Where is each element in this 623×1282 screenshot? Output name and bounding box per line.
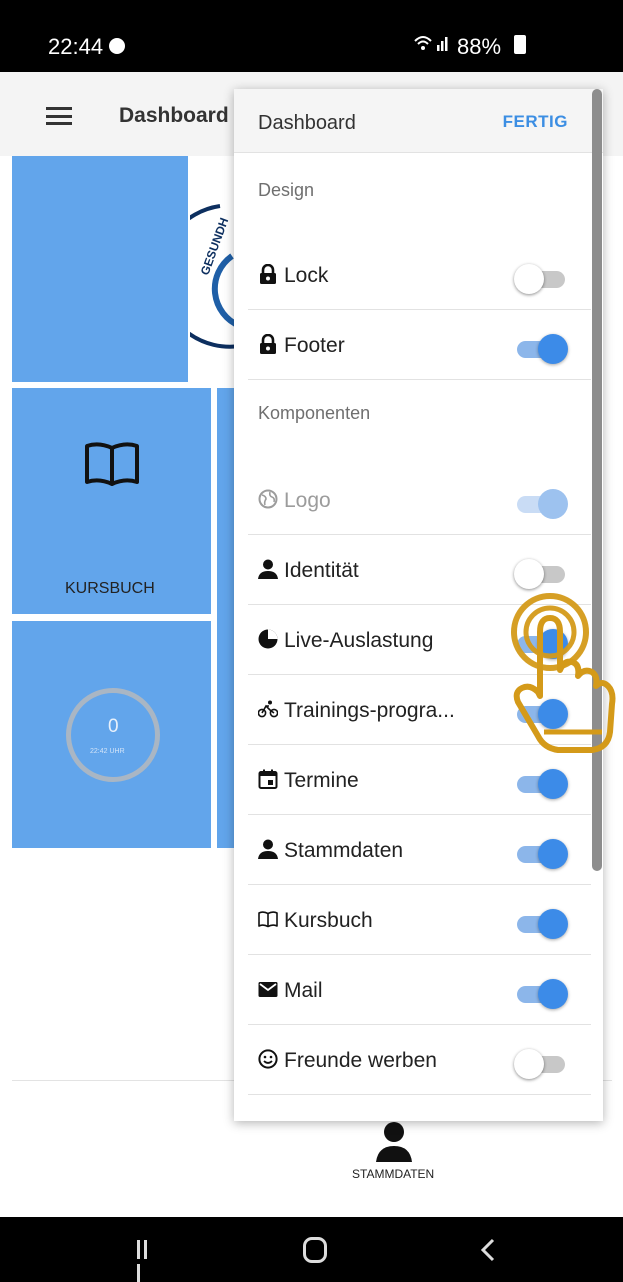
- list-item-partial: [234, 1097, 591, 1121]
- setting-label: Footer: [284, 334, 345, 357]
- setting-row-freunde-werben: Freunde werben: [234, 1025, 591, 1095]
- panel-title: Dashboard: [258, 112, 356, 134]
- recent-apps-icon[interactable]: [137, 1240, 157, 1282]
- setting-row-kursbuch: Kursbuch: [234, 885, 591, 955]
- gym-logo: GESUNDH: [190, 204, 240, 349]
- toggle-footer[interactable]: [514, 334, 568, 364]
- toggle-kursbuch[interactable]: [514, 909, 568, 939]
- globe-icon: [258, 489, 278, 509]
- setting-row-footer: Footer: [234, 310, 591, 380]
- person-icon: [258, 559, 278, 579]
- setting-label: Freunde werben: [284, 1049, 437, 1072]
- setting-row-stammdaten: Stammdaten: [234, 815, 591, 885]
- done-button[interactable]: FERTIG: [503, 112, 568, 132]
- battery-icon: [514, 35, 526, 54]
- setting-label: Identität: [284, 559, 359, 582]
- person-icon[interactable]: [374, 1120, 414, 1162]
- setting-row-lock: Lock: [234, 240, 591, 310]
- setting-label: Mail: [284, 979, 323, 1002]
- setting-label: Live-Auslastung: [284, 629, 434, 652]
- section-label-design: Design: [258, 180, 315, 200]
- calendar-icon: [258, 769, 278, 789]
- panel-header: Dashboard FERTIG: [234, 89, 603, 153]
- gauge-unit: 22:42 UHR: [90, 748, 125, 755]
- setting-label: Logo: [284, 489, 331, 512]
- status-time: 22:44: [48, 34, 104, 59]
- setting-label: Lock: [284, 264, 329, 287]
- status-bar: 22:44 88%: [0, 0, 623, 72]
- setting-label: Trainings-progra...: [284, 699, 455, 722]
- toggle-termine[interactable]: [514, 769, 568, 799]
- setting-row-mail: Mail: [234, 955, 591, 1025]
- pie-chart-icon: [258, 629, 278, 649]
- wifi-signal-icon: [413, 33, 453, 59]
- notification-dot-icon: [109, 38, 125, 54]
- kursbuch-tile-label: KURSBUCH: [65, 580, 155, 597]
- smiley-icon: [258, 1049, 278, 1069]
- setting-label: Stammdaten: [284, 839, 404, 862]
- bottom-nav-stammdaten[interactable]: STAMMDATEN: [352, 1167, 434, 1181]
- app-title: Dashboard: [119, 104, 229, 127]
- tap-hand-icon: [511, 593, 616, 753]
- toggle-identitaet[interactable]: [514, 559, 568, 589]
- book-icon: [85, 442, 139, 486]
- toggle-lock[interactable]: [514, 264, 568, 294]
- book-icon: [258, 911, 278, 928]
- dashboard-tile[interactable]: [12, 156, 188, 382]
- toggle-stammdaten[interactable]: [514, 839, 568, 869]
- lock-icon: [260, 334, 276, 354]
- setting-row-logo: Logo: [234, 465, 591, 535]
- setting-label: Termine: [284, 769, 359, 792]
- setting-label: Kursbuch: [284, 909, 373, 932]
- home-icon[interactable]: [303, 1237, 327, 1263]
- gauge-value: 0: [108, 716, 119, 737]
- toggle-logo[interactable]: [514, 489, 568, 519]
- person-icon: [258, 839, 278, 859]
- toggle-mail[interactable]: [514, 979, 568, 1009]
- hamburger-menu-icon[interactable]: [46, 107, 72, 125]
- logo-text: GESUNDH: [198, 216, 232, 277]
- lock-icon: [260, 264, 276, 284]
- logo-tile: GESUNDH: [190, 156, 240, 382]
- envelope-icon: [258, 982, 278, 997]
- section-label-komponenten: Komponenten: [258, 403, 371, 423]
- toggle-freunde-werben[interactable]: [514, 1049, 568, 1079]
- battery-percentage: 88%: [457, 34, 502, 59]
- back-icon[interactable]: [480, 1237, 496, 1263]
- bicycle-icon: [258, 700, 278, 718]
